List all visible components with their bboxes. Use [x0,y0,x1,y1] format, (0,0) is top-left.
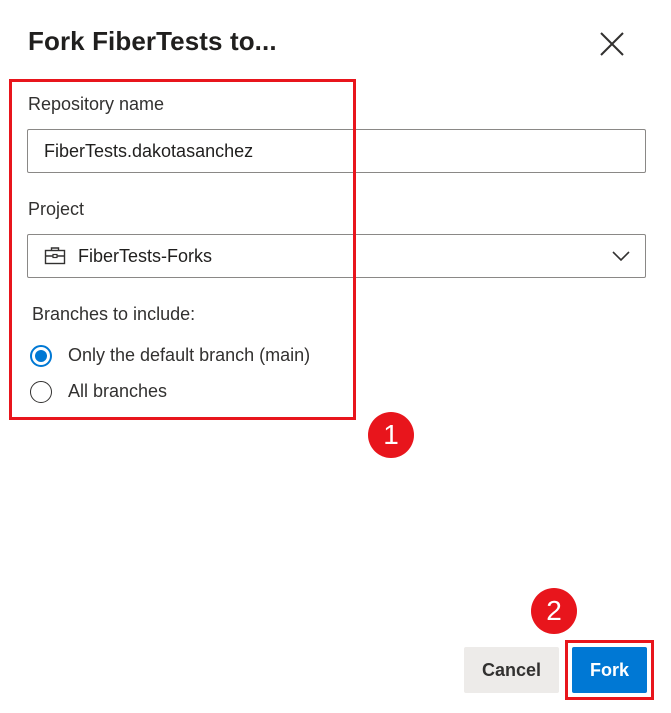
fork-dialog: Fork FiberTests to... Repository name Pr… [0,0,671,713]
close-button[interactable] [592,24,632,64]
annotation-highlight-form [9,79,356,420]
chevron-down-icon [612,251,630,262]
close-icon [600,32,624,56]
annotation-badge-2: 2 [531,588,577,634]
dialog-title: Fork FiberTests to... [28,26,277,56]
annotation-badge-1: 1 [368,412,414,458]
fork-button[interactable]: Fork [572,647,647,693]
cancel-button[interactable]: Cancel [464,647,559,693]
